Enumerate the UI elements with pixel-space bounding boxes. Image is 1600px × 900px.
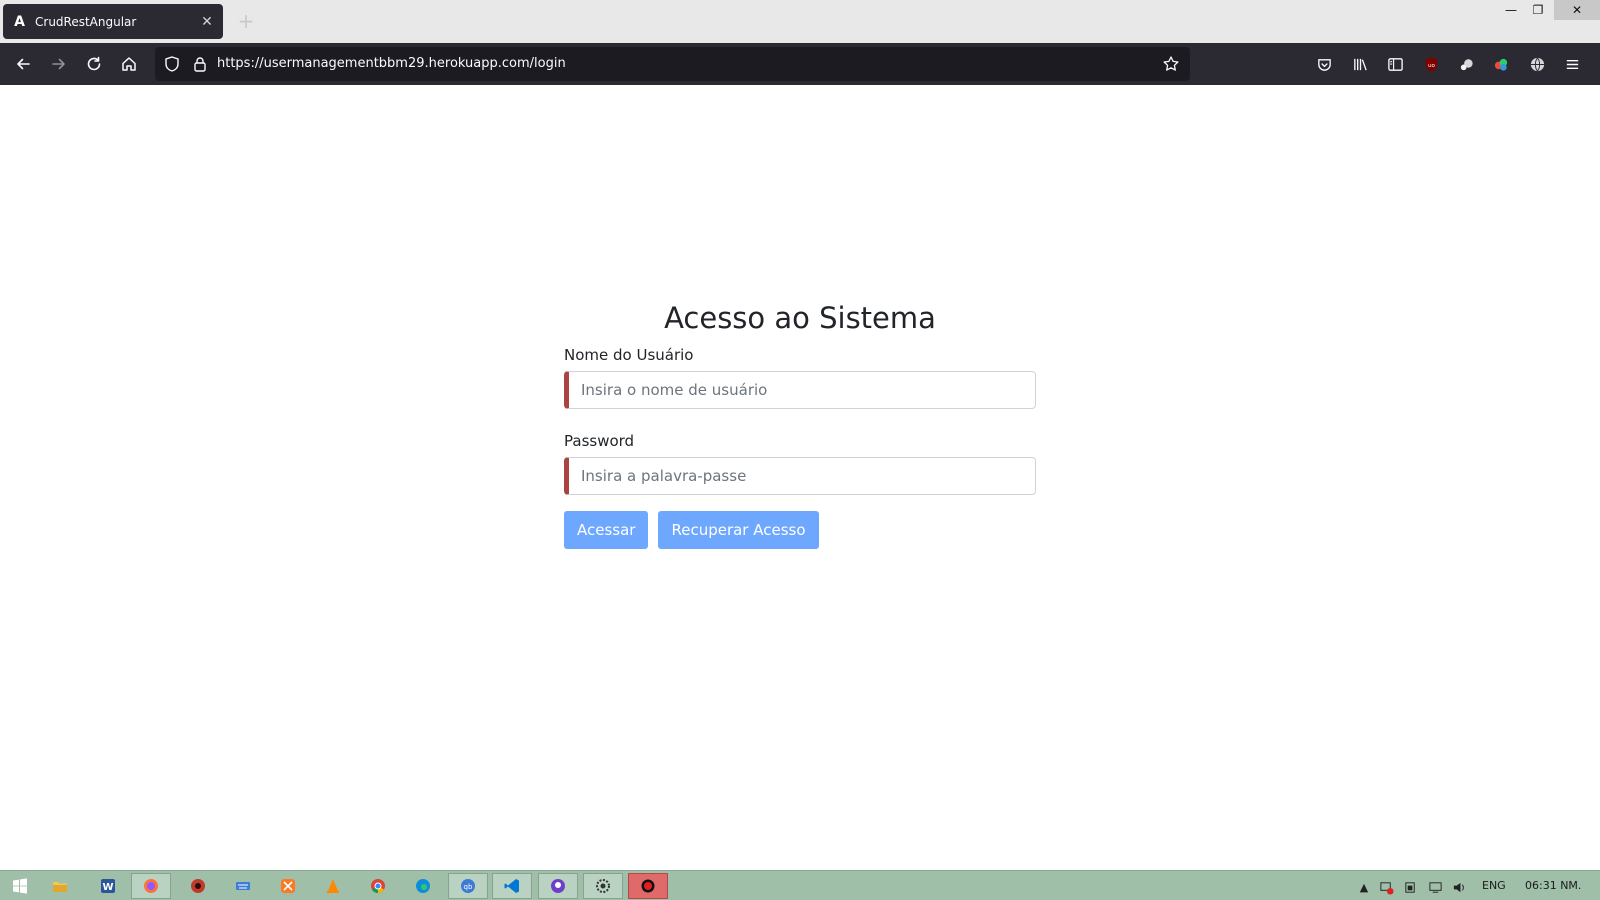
ublock-origin-icon[interactable]: uo [1422,55,1440,73]
svg-text:W: W [102,882,113,893]
url-text[interactable]: https://usermanagementbbm29.herokuapp.co… [217,56,566,71]
github-icon[interactable] [538,873,578,899]
close-tab-icon[interactable]: ✕ [199,14,215,30]
xampp-icon[interactable] [268,873,308,899]
vscode-icon[interactable] [492,873,532,899]
chrome-icon[interactable] [358,873,398,899]
forward-arrow-icon[interactable] [45,50,73,78]
extension-color-icon[interactable] [1492,55,1510,73]
login-button[interactable]: Acessar [564,511,649,549]
menu-hamburger-icon[interactable] [1563,55,1581,73]
page-content: Acesso ao Sistema Nome do Usuário Passwo… [0,85,1600,870]
start-icon[interactable] [0,873,40,899]
edge-icon[interactable] [403,873,443,899]
tracking-protection-shield-icon[interactable] [163,55,181,73]
address-bar[interactable]: https://usermanagementbbm29.herokuapp.co… [155,47,1190,81]
home-icon[interactable] [115,50,143,78]
pocket-icon[interactable] [1315,55,1333,73]
sidebar-icon[interactable] [1386,55,1404,73]
angular-icon: A [14,13,25,30]
browser-titlebar: A CrudRestAngular ✕ + — ❐ ✕ [0,0,1600,43]
reload-icon[interactable] [80,50,108,78]
qbittorrent-icon[interactable]: qb [448,873,488,899]
password-label: Password [564,432,635,450]
button-row: Acessar Recuperar Acesso [564,511,1036,549]
recover-access-button[interactable]: Recuperar Acesso [658,511,819,549]
username-label: Nome do Usuário [564,346,694,364]
taskbar: W qb ▲ ENG 06:31 NM. [0,870,1600,900]
svg-text:qb: qb [464,883,473,891]
page-title: Acesso ao Sistema [664,301,936,335]
new-tab-icon[interactable]: + [236,11,256,31]
app-red-icon[interactable] [178,873,218,899]
network-warning-icon[interactable] [1378,879,1394,895]
battery-icon[interactable] [1402,879,1418,895]
tab-title: CrudRestAngular [35,14,137,29]
extension-puzzle-icon[interactable] [1457,55,1475,73]
keyboard-icon[interactable] [223,873,263,899]
svg-text:uo: uo [1427,62,1435,68]
browser-tab[interactable]: A CrudRestAngular ✕ [3,4,223,39]
firefox-icon[interactable] [131,873,171,899]
settings-icon[interactable] [583,873,623,899]
word-icon[interactable]: W [88,873,128,899]
globe-icon[interactable] [1528,55,1546,73]
record-icon[interactable] [628,873,668,899]
back-arrow-icon[interactable] [9,50,37,78]
vlc-icon[interactable] [313,873,353,899]
show-hidden-icons-icon[interactable]: ▲ [1356,879,1372,895]
file-explorer-icon[interactable] [40,873,80,899]
bookmark-star-icon[interactable] [1162,55,1180,73]
login-form: Acesso ao Sistema Nome do Usuário Passwo… [564,298,1036,549]
system-clock[interactable]: 06:31 NM. [1525,879,1581,892]
browser-navbar: https://usermanagementbbm29.herokuapp.co… [0,43,1600,85]
input-language[interactable]: ENG [1482,879,1506,892]
close-window-icon[interactable]: ✕ [1554,0,1600,20]
volume-icon[interactable] [1451,879,1467,895]
lock-icon[interactable] [191,55,209,73]
library-icon[interactable] [1351,55,1369,73]
wifi-icon[interactable] [1427,879,1443,895]
username-input[interactable] [564,371,1036,409]
password-input[interactable] [564,457,1036,495]
